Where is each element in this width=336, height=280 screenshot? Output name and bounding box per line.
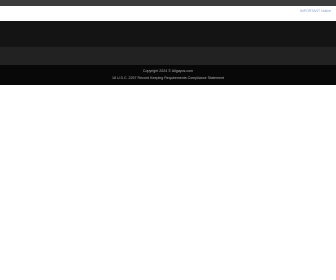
usc-2257-link[interactable]: 18 U.S.C. 2257 Record Keeping Requiremen… (112, 76, 224, 80)
navigation-bar (0, 21, 336, 47)
footer-links: 18 U.S.C. 2257 Record Keeping Requiremen… (0, 76, 336, 80)
sub-navigation-bar (0, 47, 336, 65)
main-content-area (0, 85, 336, 280)
site-header: IMPORTANT Notice (0, 6, 336, 21)
important-notice-link[interactable]: IMPORTANT Notice (300, 9, 331, 13)
copyright-text: Copyright 2024 © Allgayos.com (142, 69, 194, 73)
site-footer: Copyright 2024 © Allgayos.com 18 U.S.C. … (0, 65, 336, 85)
